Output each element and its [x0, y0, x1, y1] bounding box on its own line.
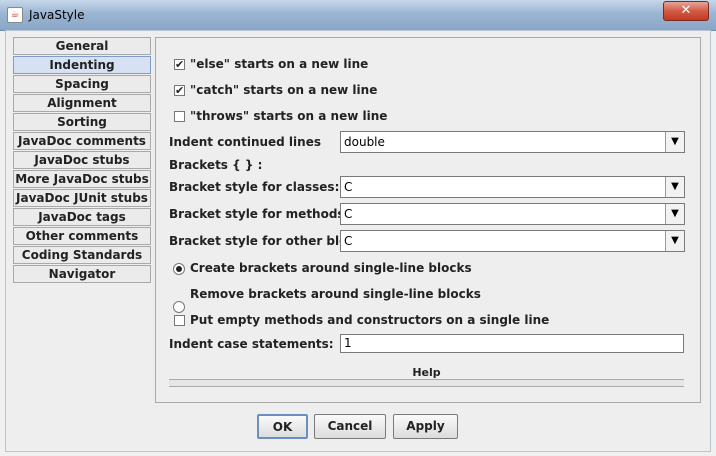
tab-indenting[interactable]: Indenting — [13, 56, 151, 74]
dropdown-arrow-icon[interactable]: ▼ — [665, 177, 684, 197]
indent-case-input[interactable]: 1 — [340, 334, 684, 353]
indent-continued-select[interactable]: double ▼ — [340, 131, 685, 153]
tab-javadoc-junit-stubs[interactable]: JavaDoc JUnit stubs — [13, 189, 151, 207]
tab-general[interactable]: General — [13, 37, 151, 55]
tab-spacing[interactable]: Spacing — [13, 75, 151, 93]
remove-brackets-radio[interactable] — [173, 301, 185, 313]
tab-more-javadoc-stubs[interactable]: More JavaDoc stubs — [13, 170, 151, 188]
window-title: JavaStyle — [29, 8, 85, 22]
bracket-other-value: C — [344, 234, 353, 248]
bracket-classes-select[interactable]: C ▼ — [340, 176, 685, 198]
catch-newline-checkbox[interactable]: ✔ — [174, 85, 185, 96]
ok-button[interactable]: OK — [257, 414, 308, 439]
else-newline-checkbox[interactable]: ✔ — [174, 59, 185, 70]
catch-newline-label: "catch" starts on a new line — [190, 83, 378, 97]
title-bar: ☕ JavaStyle ✕ — [0, 0, 716, 31]
bracket-other-select[interactable]: C ▼ — [340, 230, 685, 252]
dropdown-arrow-icon[interactable]: ▼ — [665, 231, 684, 251]
create-brackets-label: Create brackets around single-line block… — [190, 261, 472, 275]
empty-methods-label: Put empty methods and constructors on a … — [190, 313, 550, 327]
dropdown-arrow-icon[interactable]: ▼ — [665, 204, 684, 224]
indent-case-label: Indent case statements: — [169, 337, 334, 351]
empty-methods-checkbox[interactable] — [174, 315, 185, 326]
bracket-classes-value: C — [344, 180, 353, 194]
apply-button[interactable]: Apply — [393, 414, 458, 439]
tab-navigator[interactable]: Navigator — [13, 265, 151, 283]
else-newline-label: "else" starts on a new line — [190, 57, 369, 71]
remove-brackets-label: Remove brackets around single-line block… — [190, 287, 481, 301]
bracket-methods-select[interactable]: C ▼ — [340, 203, 685, 225]
tab-javadoc-stubs[interactable]: JavaDoc stubs — [13, 151, 151, 169]
indent-continued-label: Indent continued lines — [169, 135, 321, 149]
create-brackets-radio[interactable] — [173, 263, 185, 275]
tab-alignment[interactable]: Alignment — [13, 94, 151, 112]
throws-newline-checkbox[interactable] — [174, 111, 185, 122]
bracket-methods-label: Bracket style for methods: — [169, 207, 350, 221]
help-label: Help — [412, 366, 441, 379]
indent-continued-value: double — [344, 135, 385, 149]
cancel-button[interactable]: Cancel — [314, 414, 386, 439]
app-icon: ☕ — [7, 7, 23, 23]
throws-newline-label: "throws" starts on a new line — [190, 109, 388, 123]
tab-javadoc-tags[interactable]: JavaDoc tags — [13, 208, 151, 226]
close-button[interactable]: ✕ — [663, 1, 709, 21]
tab-other-comments[interactable]: Other comments — [13, 227, 151, 245]
tab-sorting[interactable]: Sorting — [13, 113, 151, 131]
bracket-methods-value: C — [344, 207, 353, 221]
help-divider[interactable] — [169, 379, 684, 387]
bracket-classes-label: Bracket style for classes: — [169, 180, 340, 194]
tab-list: General Indenting Spacing Alignment Sort… — [13, 37, 156, 284]
tab-javadoc-comments[interactable]: JavaDoc comments — [13, 132, 151, 150]
dropdown-arrow-icon[interactable]: ▼ — [665, 132, 684, 152]
tab-coding-standards[interactable]: Coding Standards — [13, 246, 151, 264]
brackets-heading: Brackets { } : — [169, 158, 263, 172]
